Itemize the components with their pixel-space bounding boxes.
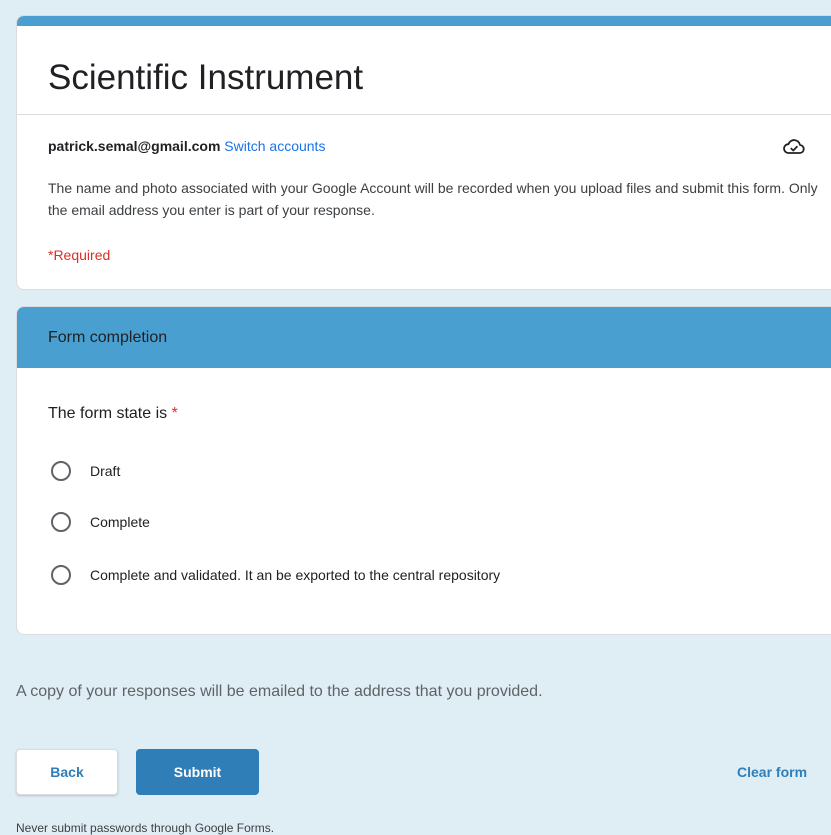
option-label-draft: Draft	[90, 463, 121, 479]
clear-form-button[interactable]: Clear form	[737, 762, 807, 782]
question-text: The form state is	[48, 405, 168, 422]
option-label-validated: Complete and validated. It an be exporte…	[90, 567, 501, 583]
required-asterisk: *	[171, 405, 178, 422]
radio-option-validated[interactable]: Complete and validated. It an be exporte…	[51, 565, 500, 585]
form-page: Scientific Instrument patrick.semal@gmai…	[0, 0, 831, 835]
account-row: patrick.semal@gmail.com Switch accounts	[48, 136, 325, 156]
header-divider	[17, 114, 831, 115]
form-completion-section: Form completion The form state is * Draf…	[16, 306, 831, 635]
submit-button[interactable]: Submit	[136, 749, 259, 795]
form-title: Scientific Instrument	[48, 58, 364, 97]
radio-option-draft[interactable]: Draft	[51, 461, 120, 481]
question-form-state: The form state is *	[48, 403, 178, 425]
header-accent-bar	[17, 16, 831, 26]
form-header-card: Scientific Instrument patrick.semal@gmai…	[16, 15, 831, 290]
radio-button-draft[interactable]	[51, 461, 71, 481]
account-notice: The name and photo associated with your …	[48, 180, 818, 218]
password-warning: Never submit passwords through Google Fo…	[16, 821, 275, 835]
radio-option-complete[interactable]: Complete	[51, 512, 150, 532]
radio-button-validated[interactable]	[51, 565, 71, 585]
section-title: Form completion	[17, 307, 831, 368]
cloud-check-icon	[782, 135, 806, 159]
required-note: *Required	[48, 247, 111, 263]
copy-responses-note: A copy of your responses will be emailed…	[16, 683, 543, 700]
option-label-complete: Complete	[90, 514, 150, 530]
switch-accounts-link[interactable]: Switch accounts	[224, 138, 325, 154]
account-email: patrick.semal@gmail.com	[48, 138, 221, 154]
back-button[interactable]: Back	[16, 749, 118, 795]
radio-button-complete[interactable]	[51, 512, 71, 532]
